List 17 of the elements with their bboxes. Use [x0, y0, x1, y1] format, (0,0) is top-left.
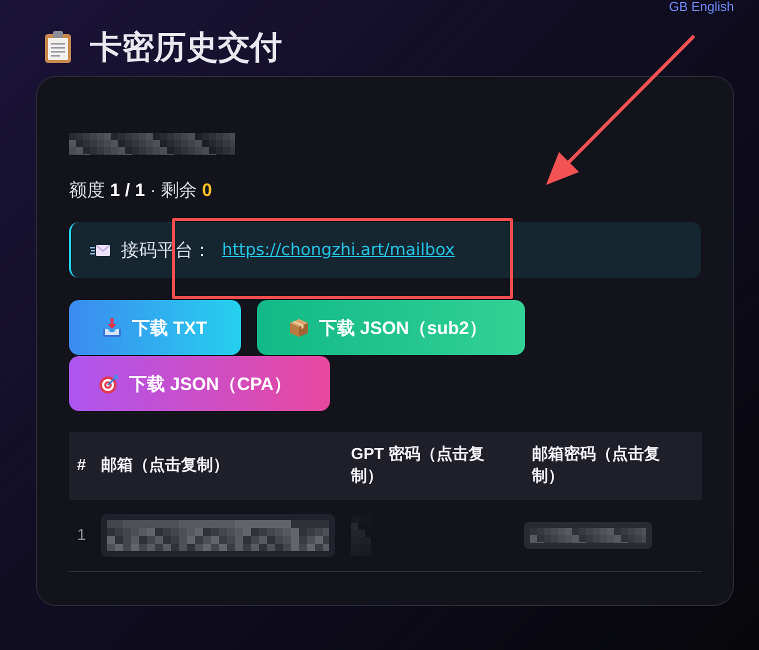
column-header: 邮箱密码（点击复制） [524, 432, 702, 500]
clipboard-icon [45, 31, 71, 63]
column-header: 邮箱（点击复制） [93, 432, 343, 500]
page-title: 卡密历史交付 [90, 30, 282, 64]
download-button[interactable]: 下载 JSON（CPA） [69, 356, 330, 411]
package-icon [289, 318, 309, 338]
download-button[interactable]: 下载 JSON（sub2） [257, 300, 526, 355]
target-icon [99, 374, 119, 394]
column-header: GPT 密码（点击复制） [343, 432, 524, 500]
quota-text: 额度 1 / 1 · 剩余 0 [69, 179, 212, 202]
mailbox-link[interactable]: https://chongzhi.art/mailbox [222, 238, 455, 262]
download-button[interactable]: 下载 TXT [69, 300, 241, 355]
row-number: 1 [69, 500, 93, 572]
tray-download-icon [102, 318, 122, 338]
envelope-icon [90, 243, 110, 257]
language-link[interactable]: GB English [668, 0, 734, 14]
column-header: # [69, 432, 93, 500]
